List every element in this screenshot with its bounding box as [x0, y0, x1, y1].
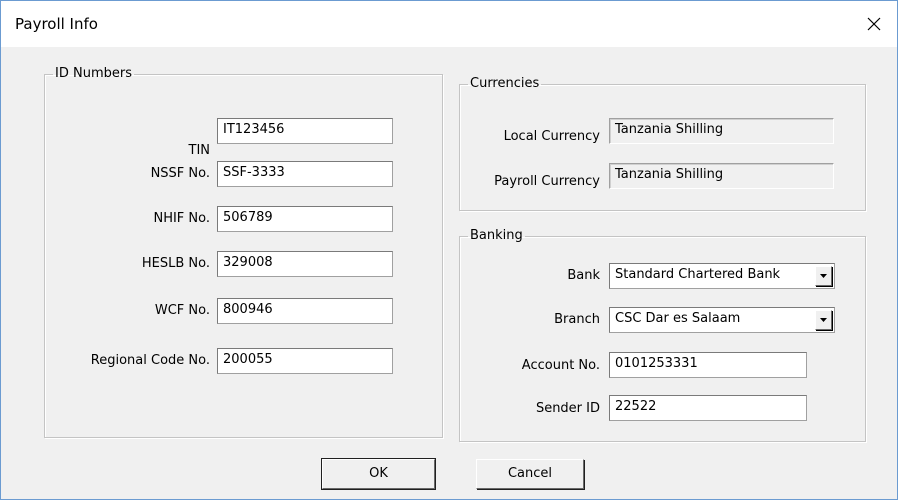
branch-label: Branch — [554, 312, 600, 327]
nhif-label: NHIF No. — [153, 211, 210, 226]
title-bar: Payroll Info — [1, 1, 897, 47]
tin-label: TIN — [188, 143, 211, 158]
bank-select-value: Standard Chartered Bank — [615, 267, 781, 282]
heslb-field[interactable]: 329008 — [217, 251, 393, 277]
wcf-label: WCF No. — [154, 303, 210, 318]
nhif-field[interactable]: 506789 — [217, 206, 393, 232]
currencies-legend: Currencies — [470, 76, 540, 91]
close-icon — [867, 17, 881, 31]
nssf-field[interactable]: SSF-3333 — [217, 161, 393, 187]
payroll-currency-label: Payroll Currency — [494, 174, 600, 189]
branch-select-value: CSC Dar es Salaam — [615, 311, 741, 326]
ok-button[interactable]: OK — [322, 459, 435, 489]
heslb-label: HESLB No. — [141, 256, 210, 271]
sender-id-field[interactable]: 22522 — [609, 395, 807, 421]
sender-id-label: Sender ID — [535, 401, 600, 416]
chevron-down-icon — [820, 274, 827, 278]
branch-select[interactable]: CSC Dar es Salaam — [609, 307, 835, 333]
chevron-down-icon — [820, 318, 827, 322]
close-button[interactable] — [851, 1, 897, 47]
account-no-field[interactable]: 0101253331 — [609, 352, 807, 378]
regional-code-field[interactable]: 200055 — [217, 348, 393, 374]
wcf-field[interactable]: 800946 — [217, 298, 393, 324]
local-currency-label: Local Currency — [503, 129, 600, 144]
nssf-label: NSSF No. — [150, 166, 210, 181]
window-title: Payroll Info — [15, 15, 98, 33]
regional-code-label: Regional Code No. — [90, 353, 210, 368]
banking-legend: Banking — [470, 228, 523, 243]
payroll-currency-field: Tanzania Shilling — [609, 163, 834, 189]
account-no-label: Account No. — [521, 358, 600, 373]
bank-label: Bank — [567, 268, 600, 283]
tin-field[interactable]: IT123456 — [217, 118, 393, 144]
bank-select[interactable]: Standard Chartered Bank — [609, 263, 835, 289]
branch-dropdown-button[interactable] — [815, 310, 832, 330]
bank-dropdown-button[interactable] — [815, 266, 832, 286]
payroll-info-dialog: Payroll Info ID Numbers TIN IT123456 NSS… — [0, 0, 898, 500]
local-currency-field: Tanzania Shilling — [609, 118, 834, 144]
cancel-button[interactable]: Cancel — [476, 459, 584, 489]
id-numbers-legend: ID Numbers — [55, 66, 132, 81]
